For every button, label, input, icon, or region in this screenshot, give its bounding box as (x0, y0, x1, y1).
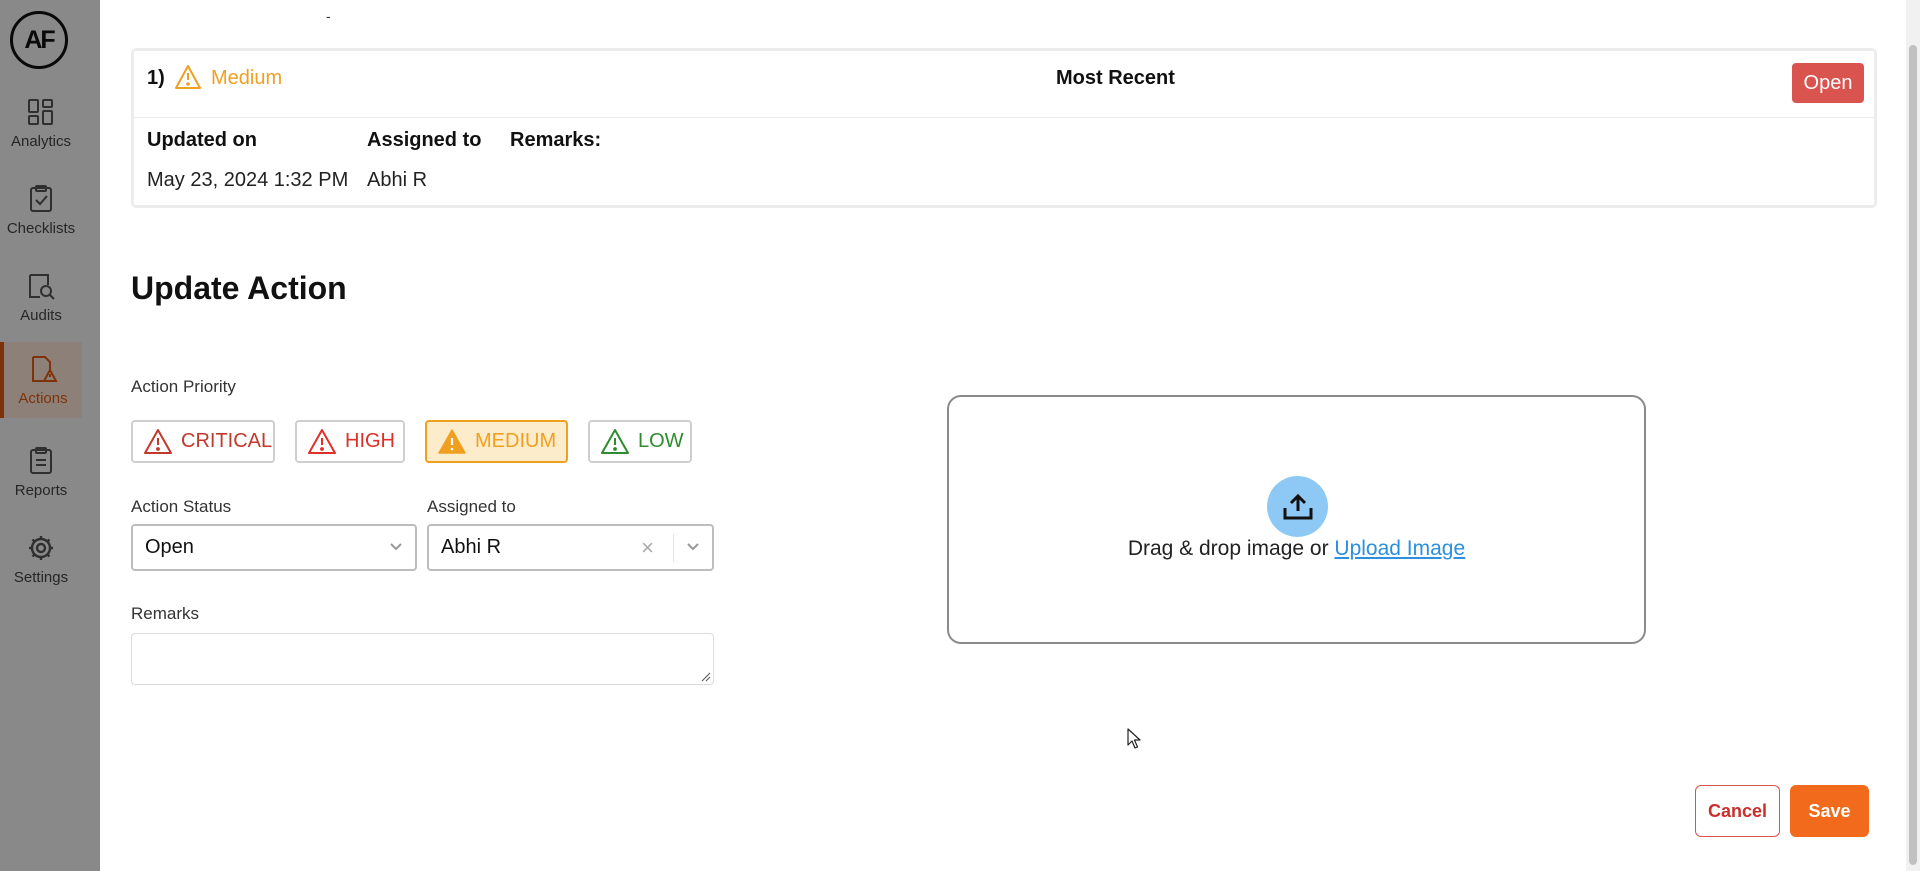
select-separator (673, 534, 674, 562)
update-action-modal: - 1) Medium Most Recent Open Updated on … (100, 0, 1920, 871)
remarks-field-label: Remarks (131, 604, 200, 623)
mouse-cursor-icon (1127, 728, 1141, 749)
action-status-select[interactable]: Open (131, 524, 417, 571)
priority-low-button[interactable]: LOW (588, 420, 692, 463)
updated-on-label: Updated on (147, 129, 257, 151)
warning-icon (308, 429, 336, 454)
dropzone-hint: Drag & drop image or (1127, 537, 1335, 560)
action-history-card: 1) Medium Most Recent Open Updated on As… (131, 48, 1877, 208)
priority-medium-button[interactable]: MEDIUM (425, 420, 568, 463)
cancel-button[interactable]: Cancel (1695, 785, 1780, 837)
resize-handle-icon[interactable] (701, 672, 711, 682)
upload-icon (1283, 493, 1312, 519)
warning-filled-icon (438, 429, 466, 454)
history-priority: Medium (211, 67, 283, 89)
priority-label: CRITICAL (181, 430, 273, 452)
scrollbar[interactable] (1906, 0, 1920, 871)
action-status-label: Action Status (131, 497, 232, 516)
assigned-to-value: Abhi R (367, 169, 428, 191)
status-badge: Open (1792, 63, 1864, 103)
assigned-to-field-label: Assigned to (427, 497, 516, 516)
clear-icon[interactable]: × (641, 535, 654, 561)
action-priority-label: Action Priority (131, 377, 236, 396)
scrollbar-thumb[interactable] (1909, 45, 1917, 865)
chevron-down-icon[interactable] (389, 540, 403, 554)
image-dropzone[interactable]: Drag & drop image or Upload Image (947, 395, 1646, 644)
assigned-to-label: Assigned to (367, 129, 482, 151)
upload-icon-circle[interactable] (1267, 476, 1328, 537)
header-dash: - (326, 8, 331, 24)
warning-icon (175, 65, 201, 89)
priority-label: MEDIUM (475, 430, 557, 452)
select-value: Open (145, 536, 194, 558)
chevron-down-icon[interactable] (686, 540, 700, 554)
warning-icon (601, 429, 629, 454)
priority-label: HIGH (345, 430, 395, 452)
remarks-textarea[interactable] (131, 633, 714, 685)
history-card-header: 1) Medium Most Recent Open (134, 51, 1874, 118)
assigned-to-select[interactable]: Abhi R × (427, 524, 714, 571)
select-value: Abhi R (441, 536, 502, 558)
page-title: Update Action (131, 270, 347, 306)
updated-on-value: May 23, 2024 1:32 PM (147, 169, 349, 191)
remarks-label: Remarks: (510, 129, 602, 151)
warning-icon (144, 429, 172, 454)
upload-image-link[interactable]: Upload Image (1334, 537, 1465, 560)
priority-critical-button[interactable]: CRITICAL (131, 420, 275, 463)
priority-high-button[interactable]: HIGH (295, 420, 405, 463)
priority-label: LOW (638, 430, 684, 452)
most-recent-label: Most Recent (1056, 67, 1175, 89)
history-index: 1) (147, 67, 165, 89)
save-button[interactable]: Save (1790, 785, 1869, 837)
dropzone-text: Drag & drop image or Upload Image (949, 537, 1644, 561)
